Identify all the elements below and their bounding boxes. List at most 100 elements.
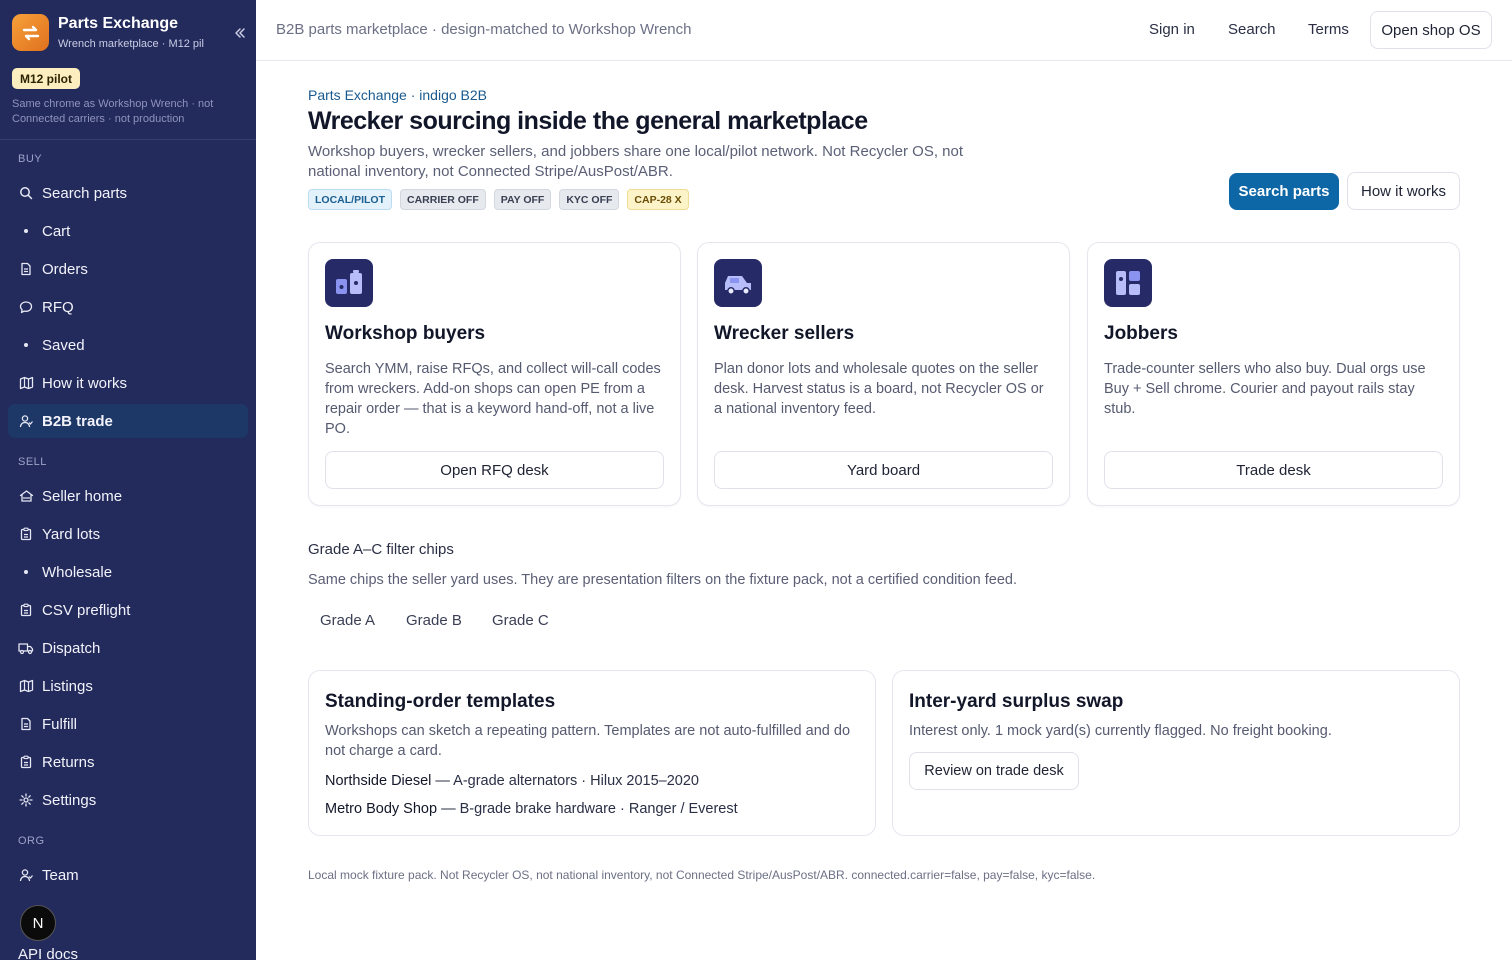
status-badge-local-pilot: LOCAL/PILOT [308,189,392,210]
truck-icon [714,259,762,307]
panel-title: Standing-order templates [325,691,556,712]
review-on-trade-desk-button[interactable]: Review on trade desk [909,752,1079,790]
sidebar-item-label: Search parts [42,184,128,202]
sidebar-item-cart[interactable]: Cart [8,214,248,248]
sidebar-item-team[interactable]: Team [8,858,248,892]
sidebar-item-how-it-works[interactable]: How it works [8,366,248,400]
sidebar-item-label: Settings [42,791,97,809]
search-link[interactable]: Search [1228,21,1276,38]
sidebar-item-label: Cart [42,222,71,240]
dot-icon [18,564,34,580]
card-title: Jobbers [1104,323,1178,344]
sign-in-link[interactable]: Sign in [1149,21,1195,38]
sidebar-note: Same chrome as Workshop Wrench · not Con… [12,98,214,125]
open-rfq-desk-button[interactable]: Open RFQ desk [325,451,664,489]
sidebar-item-listings[interactable]: Listings [8,669,248,703]
sidebar-item-settings[interactable]: Settings [8,783,248,817]
template-detail: — A-grade alternators · Hilux 2015–2020 [431,773,699,789]
trade-desk-button[interactable]: Trade desk [1104,451,1443,489]
footnote: Local mock fixture pack. Not Recycler OS… [308,868,1096,882]
card-jobbers: Jobbers Trade-counter sellers who also b… [1087,242,1460,506]
user-icon [18,867,34,883]
search-parts-button[interactable]: Search parts [1229,173,1339,210]
status-badge-carrier-off: CARRIER OFF [400,189,486,210]
template-shop: Northside Diesel [325,773,432,789]
sidebar-item-fulfill[interactable]: Fulfill [8,707,248,741]
sidebar-item-csv-preflight[interactable]: CSV preflight [8,593,248,627]
clipboard-icon [18,602,34,618]
eyebrow: Parts Exchange · indigo B2B [308,87,487,103]
sidebar-item-label: Seller home [42,487,123,505]
collapse-sidebar-button[interactable] [230,23,250,43]
sidebar-item-dispatch[interactable]: Dispatch [8,631,248,665]
sidebar-item-rfq[interactable]: RFQ [8,290,248,324]
brand-subtitle: Wrench marketplace · M12 pilot [58,38,204,50]
yard-board-button[interactable]: Yard board [714,451,1053,489]
sidebar-item-label: Fulfill [42,715,78,733]
card-description: Plan donor lots and wholesale quotes on … [714,361,1044,417]
chevrons-left-icon [235,28,245,38]
sidebar-item-label: RFQ [42,298,74,316]
sidebar-item-search-parts[interactable]: Search parts [8,176,248,210]
truck-icon [18,640,34,656]
card-wrecker-sellers: Wrecker sellers Plan donor lots and whol… [697,242,1070,506]
standing-order-templates-panel: Standing-order templates Workshops can s… [308,670,876,836]
avatar[interactable]: N [20,905,56,941]
grade-chip-a[interactable]: Grade A [308,605,387,635]
sidebar-item-label: Listings [42,677,93,695]
grade-chip-c[interactable]: Grade C [480,605,561,635]
chat-icon [18,299,34,315]
sidebar-item-returns[interactable]: Returns [8,745,248,779]
grade-chips-description: Same chips the seller yard uses. They ar… [308,572,1018,588]
card-title: Workshop buyers [325,323,486,344]
sidebar-item-label: Yard lots [42,525,101,543]
sidebar-item-label: Orders [42,260,88,278]
sidebar-item-b2b-trade[interactable]: B2B trade [8,404,248,438]
status-badge-cap-28-x: CAP-28 X [627,189,689,210]
sidebar-item-label: B2B trade [42,412,113,430]
section-label-sell: SELL [18,456,47,468]
terms-link[interactable]: Terms [1308,21,1349,38]
sidebar-item-label: How it works [42,374,128,392]
template-shop: Metro Body Shop [325,801,438,817]
card-workshop-buyers: Workshop buyers Search YMM, raise RFQs, … [308,242,681,506]
section-label-org: ORG [18,835,45,847]
card-description: Search YMM, raise RFQs, and collect will… [325,361,661,437]
sidebar-item-label: CSV preflight [42,601,131,619]
inter-yard-surplus-panel: Inter-yard surplus swap Interest only. 1… [892,670,1460,836]
grade-chip-b[interactable]: Grade B [394,605,474,635]
sidebar-item-orders[interactable]: Orders [8,252,248,286]
template-row: Metro Body Shop — B-grade brake hardware… [325,801,738,817]
dashboard-icon [1104,259,1152,307]
sidebar-item-label: Team [42,866,79,884]
gear-icon [18,792,34,808]
sidebar-item-label: Wholesale [42,563,113,581]
user-icon [18,413,34,429]
sidebar: Parts Exchange Wrench marketplace · M12 … [0,0,256,960]
sidebar-divider [0,139,256,140]
status-badge-kyc-off: KYC OFF [559,189,620,210]
grade-chips-title: Grade A–C filter chips [308,541,454,558]
search-icon [18,185,34,201]
open-shop-button[interactable]: Open shop OS [1370,11,1492,49]
document-icon [18,716,34,732]
panel-description: Workshops can sketch a repeating pattern… [325,723,851,759]
brand-title: Parts Exchange [58,15,179,32]
dot-icon [18,223,34,239]
sidebar-item-wholesale[interactable]: Wholesale [8,555,248,589]
status-chips: LOCAL/PILOT CARRIER OFF PAY OFF KYC OFF CAP-… [308,189,689,210]
home-icon [18,488,34,504]
sidebar-item-seller-home[interactable]: Seller home [8,479,248,513]
sidebar-item-yard-lots[interactable]: Yard lots [8,517,248,551]
header-title: B2B parts marketplace · design-matched t… [276,21,692,38]
card-description: Trade-counter sellers who also buy. Dual… [1104,361,1426,417]
panel-description: Interest only. 1 mock yard(s) currently … [909,723,1332,739]
sidebar-item-label: Returns [42,753,95,771]
sidebar-item-saved[interactable]: Saved [8,328,248,362]
document-icon [18,261,34,277]
sidebar-item-api-docs[interactable]: API docs [18,946,78,960]
clipboard-icon [18,754,34,770]
template-row: Northside Diesel — A-grade alternators ·… [325,773,699,789]
how-it-works-button[interactable]: How it works [1347,172,1460,210]
brand[interactable]: Parts Exchange Wrench marketplace · M12 … [12,13,245,53]
